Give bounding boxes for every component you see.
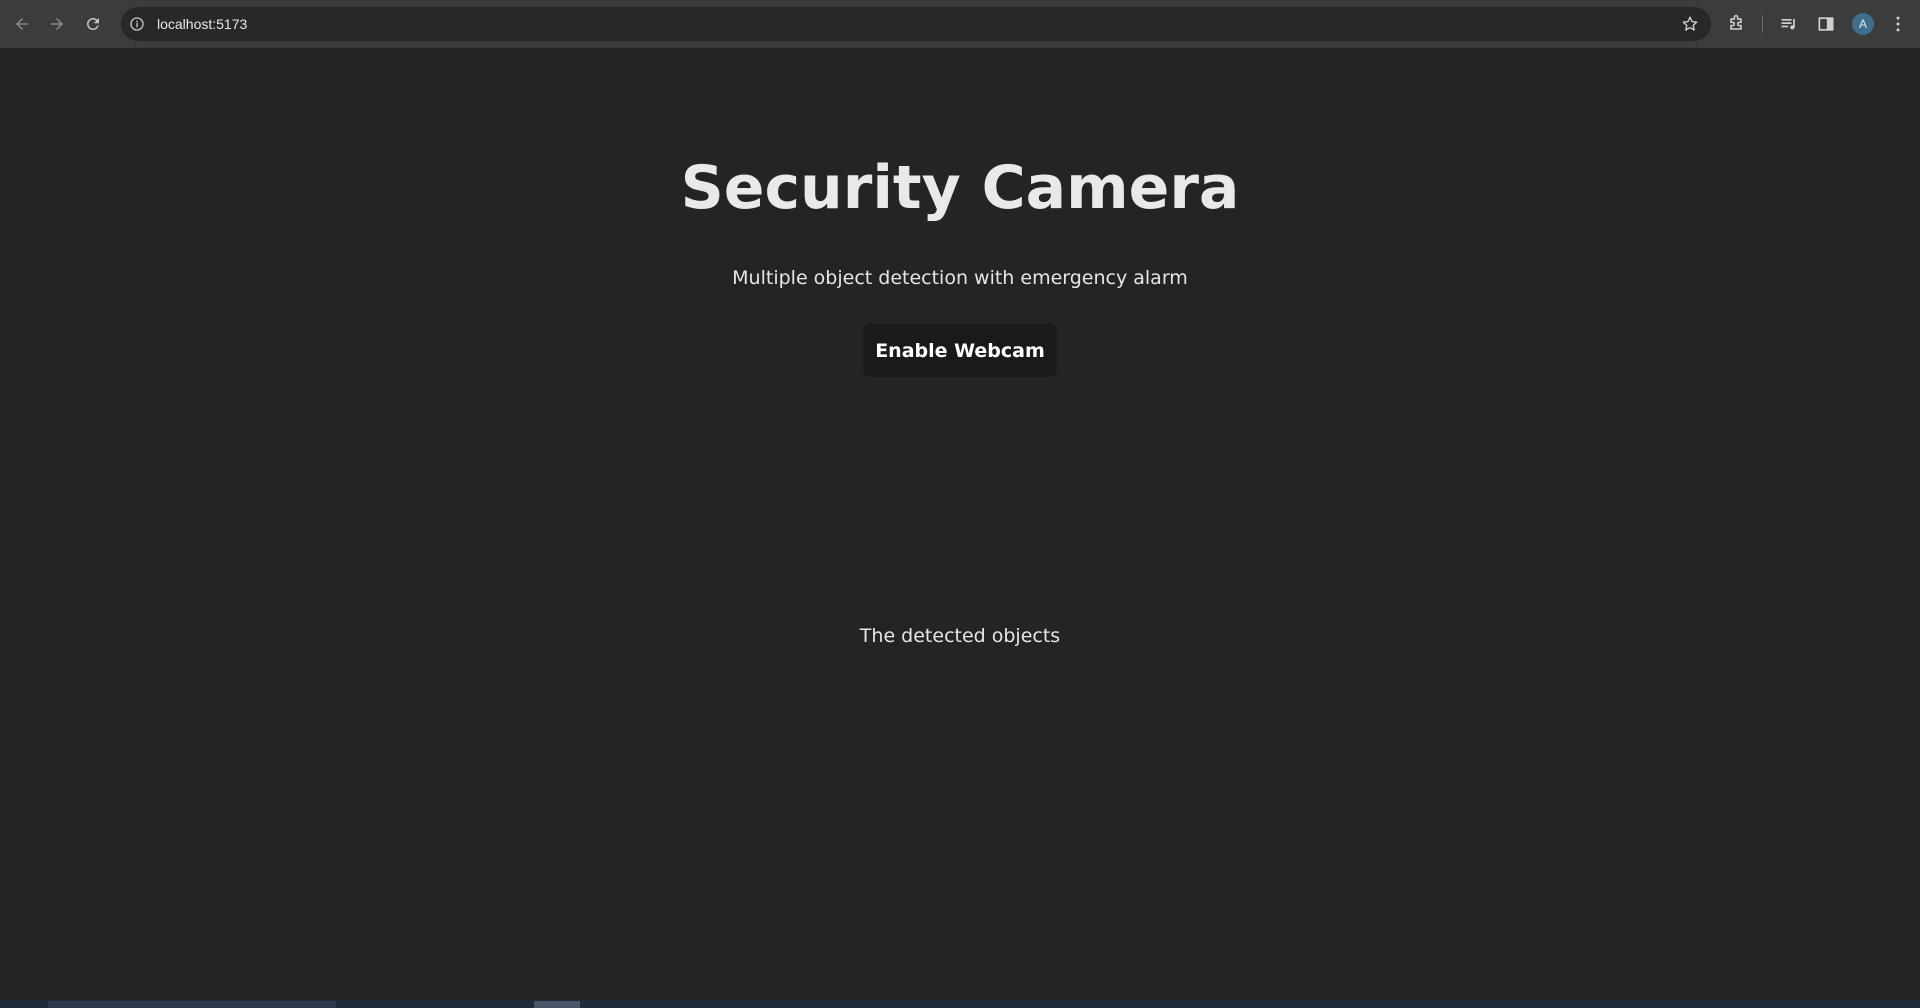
kebab-menu-icon bbox=[1896, 16, 1900, 32]
media-queue-icon bbox=[1781, 19, 1795, 30]
taskbar-search[interactable] bbox=[48, 1001, 336, 1008]
star-icon[interactable] bbox=[1681, 15, 1699, 33]
toolbar-divider bbox=[1762, 15, 1763, 33]
forward-button[interactable] bbox=[45, 12, 69, 36]
info-icon[interactable] bbox=[129, 16, 145, 32]
taskbar-active-app[interactable] bbox=[534, 1001, 580, 1008]
arrow-left-icon bbox=[16, 18, 28, 30]
browser-toolbar: localhost:5173 A bbox=[0, 0, 1920, 48]
detected-objects-label: The detected objects bbox=[859, 625, 1061, 647]
media-button[interactable] bbox=[1778, 13, 1800, 35]
page-subtitle: Multiple object detection with emergency… bbox=[732, 267, 1188, 289]
address-bar[interactable]: localhost:5173 bbox=[121, 7, 1711, 41]
profile-avatar[interactable]: A bbox=[1852, 13, 1874, 35]
os-taskbar bbox=[0, 1000, 1920, 1008]
enable-webcam-button[interactable]: Enable Webcam bbox=[863, 324, 1057, 377]
page-title: Security Camera bbox=[680, 153, 1240, 223]
reload-icon bbox=[86, 17, 99, 30]
page-viewport: Security Camera Multiple object detectio… bbox=[0, 48, 1920, 1000]
back-button[interactable] bbox=[10, 12, 34, 36]
url-text[interactable]: localhost:5173 bbox=[157, 7, 247, 41]
browser-menu-button[interactable] bbox=[1887, 13, 1909, 35]
arrow-right-icon bbox=[51, 18, 63, 30]
side-panel-icon bbox=[1818, 17, 1834, 31]
reload-button[interactable] bbox=[81, 12, 105, 36]
puzzle-icon bbox=[1730, 14, 1742, 30]
side-panel-button[interactable] bbox=[1815, 13, 1837, 35]
extensions-button[interactable] bbox=[1725, 13, 1747, 35]
